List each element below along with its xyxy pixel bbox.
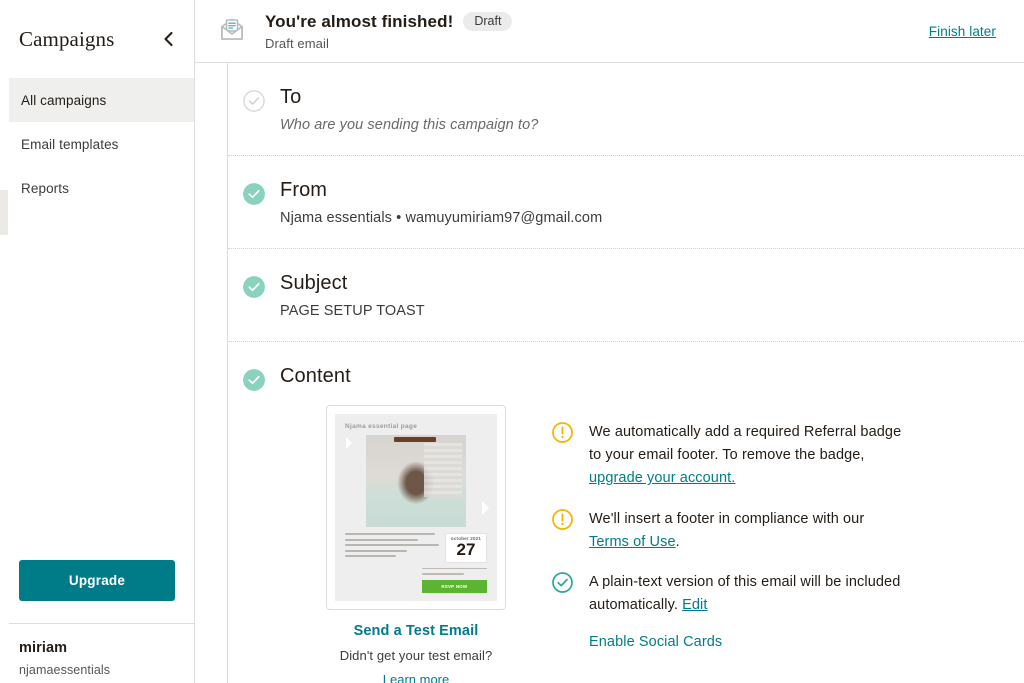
section-subject[interactable]: Subject PAGE SETUP TOAST: [228, 248, 1024, 341]
email-preview-canvas: Njama essential page october 2021 27 RSV…: [335, 414, 497, 601]
email-preview-thumbnail[interactable]: Njama essential page october 2021 27 RSV…: [326, 405, 506, 610]
page-title: You're almost finished!: [265, 11, 454, 31]
account-summary[interactable]: miriam njamaessentials: [0, 623, 194, 683]
section-subtitle: PAGE SETUP TOAST: [280, 303, 425, 319]
page-scrollbar-thumb[interactable]: [0, 190, 8, 235]
content-row: Njama essential page october 2021 27 RSV…: [280, 405, 1024, 683]
sidebar-item-label: Email templates: [21, 136, 119, 152]
sidebar-nav: All campaigns Email templates Reports: [0, 78, 194, 210]
section-body: Content Njama essential page october 202…: [280, 364, 1024, 683]
section-content[interactable]: Content Njama essential page october 202…: [228, 341, 1024, 683]
open-envelope-icon: [217, 14, 251, 49]
preview-body-text: [345, 533, 439, 563]
status-badge: Draft: [463, 11, 513, 32]
sidebar-item-email-templates[interactable]: Email templates: [0, 122, 194, 166]
sidebar-collapse-button[interactable]: [158, 29, 178, 49]
check-circle-outline-teal-icon: [552, 571, 589, 617]
learn-more-link[interactable]: Learn more: [383, 672, 449, 683]
section-title: Subject: [280, 272, 348, 294]
section-title: To: [280, 86, 302, 108]
didnt-get-test-email-text: Didn't get your test email?: [339, 648, 493, 663]
notice-text: We'll insert a footer in compliance with…: [589, 508, 1024, 554]
section-body: To Who are you sending this campaign to?: [280, 85, 1024, 133]
notice-text: A plain-text version of this email will …: [589, 571, 1024, 617]
section-body: Subject PAGE SETUP TOAST: [280, 271, 1024, 319]
finish-later-link[interactable]: Finish later: [929, 24, 996, 39]
preview-date-card: october 2021 27: [445, 533, 487, 563]
sidebar-item-label: Reports: [21, 180, 69, 196]
section-to[interactable]: To Who are you sending this campaign to?: [228, 63, 1024, 155]
preview-photo: [366, 435, 466, 527]
page-scrollbar[interactable]: [0, 0, 9, 683]
notice-footer-compliance: We'll insert a footer in compliance with…: [552, 508, 1024, 554]
sidebar-item-label: All campaigns: [21, 92, 107, 108]
campaign-header: You're almost finished! Draft Draft emai…: [195, 0, 1024, 63]
chevron-left-icon: [162, 31, 175, 47]
notice-line-2: to your email footer. To remove the badg…: [589, 447, 865, 464]
notice-referral-badge: We automatically add a required Referral…: [552, 421, 1024, 491]
campaign-subtitle: Draft email: [265, 35, 329, 51]
preview-heading: Njama essential page: [345, 423, 418, 430]
section-subtitle: Njama essentials • wamuyumiriam97@gmail.…: [280, 210, 603, 226]
section-from[interactable]: From Njama essentials • wamuyumiriam97@g…: [228, 155, 1024, 248]
notice-text: We automatically add a required Referral…: [589, 421, 1024, 491]
check-circle-filled-icon: [243, 276, 265, 319]
section-subtitle: Who are you sending this campaign to?: [280, 117, 539, 133]
warning-circle-icon: [552, 421, 589, 491]
section-title: Content: [280, 365, 351, 387]
email-preview-column: Njama essential page october 2021 27 RSV…: [280, 405, 552, 683]
preview-cta-label: RSVP NOW: [441, 583, 468, 589]
section-status: [228, 178, 280, 226]
section-body: From Njama essentials • wamuyumiriam97@g…: [280, 178, 1024, 226]
account-handle: njamaessentials: [19, 662, 111, 677]
warning-circle-icon: [552, 508, 589, 554]
campaign-header-text: You're almost finished! Draft Draft emai…: [265, 12, 929, 51]
preview-next-arrow-icon[interactable]: [482, 500, 489, 515]
section-status: [228, 364, 280, 683]
check-circle-outline-icon: [243, 90, 265, 133]
preview-lower: october 2021 27: [345, 533, 487, 563]
upgrade-button[interactable]: Upgrade: [19, 560, 175, 601]
notice-line-1: A plain-text version of this email will …: [589, 573, 901, 590]
edit-plain-text-link[interactable]: Edit: [682, 597, 707, 613]
notice-line-1: We'll insert a footer in compliance with…: [589, 510, 865, 527]
preview-date-day: 27: [456, 540, 476, 559]
check-circle-filled-icon: [243, 369, 265, 683]
sidebar-title: Campaigns: [19, 26, 115, 51]
sidebar-header: Campaigns: [0, 0, 194, 78]
left-gutter: [195, 63, 228, 683]
main-panel: You're almost finished! Draft Draft emai…: [195, 0, 1024, 683]
send-test-email-link[interactable]: Send a Test Email: [354, 623, 479, 639]
preview-prev-arrow-icon[interactable]: [346, 437, 352, 449]
section-title: From: [280, 179, 328, 201]
app-root: Campaigns All campaigns Email templates …: [0, 0, 1024, 683]
terms-of-use-link[interactable]: Terms of Use: [589, 534, 676, 550]
upgrade-container: Upgrade: [0, 560, 194, 623]
notice-line-2: automatically.: [589, 597, 683, 614]
preview-cta-button: RSVP NOW: [421, 579, 487, 593]
content-notices: We automatically add a required Referral…: [552, 405, 1024, 650]
sidebar: Campaigns All campaigns Email templates …: [0, 0, 195, 683]
notice-link-suffix: .: [675, 533, 680, 550]
section-status: [228, 85, 280, 133]
enable-social-cards-link[interactable]: Enable Social Cards: [589, 634, 1024, 650]
account-name: miriam: [19, 640, 68, 656]
preview-caption: [345, 567, 487, 575]
notice-line-1: We automatically add a required Referral…: [589, 424, 902, 440]
section-status: [228, 271, 280, 319]
sidebar-item-reports[interactable]: Reports: [0, 166, 194, 210]
upgrade-account-link[interactable]: upgrade your account.: [589, 470, 735, 486]
campaign-sections: To Who are you sending this campaign to?: [228, 63, 1024, 683]
campaign-title-row: You're almost finished! Draft: [265, 12, 929, 32]
campaign-body: To Who are you sending this campaign to?: [195, 63, 1024, 683]
sidebar-item-all-campaigns[interactable]: All campaigns: [0, 78, 194, 122]
check-circle-filled-icon: [243, 183, 265, 226]
notice-plain-text-version: A plain-text version of this email will …: [552, 571, 1024, 617]
